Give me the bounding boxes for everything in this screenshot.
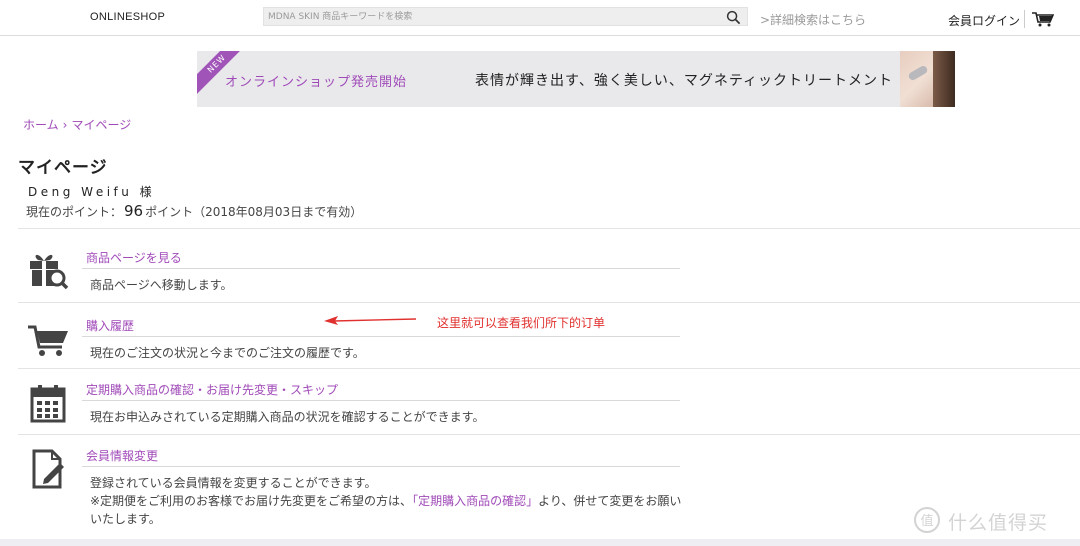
mypage-menu: 商品ページを見る 商品ページへ移動します。 購入履歴 現在のご注文の状況と今まで… [18, 228, 1080, 546]
member-info-note: ※定期便をご利用のお客様でお届け先変更をご希望の方は、「定期購入商品の確認」より… [90, 492, 690, 528]
annotation-arrow-icon [324, 316, 417, 325]
menu-desc-purchase-history: 現在のご注文の状況と今までのご注文の履歴です。 [90, 346, 365, 360]
calendar-icon [30, 385, 66, 423]
subscription-confirm-link[interactable]: 「定期購入商品の確認」 [412, 494, 538, 508]
promo-banner[interactable]: NEW オンラインショップ発売開始 表情が輝き出す、強く美しい、マグネティックト… [197, 51, 955, 107]
header-divider [1024, 10, 1025, 28]
site-logo[interactable]: ONLINESHOP [90, 11, 165, 23]
breadcrumb-current[interactable]: マイページ [71, 118, 131, 132]
breadcrumb-separator: › [62, 118, 68, 132]
advanced-search-link[interactable]: >詳細検索はこちら [760, 11, 866, 28]
search-icon[interactable] [726, 10, 741, 25]
site-header: ONLINESHOP >詳細検索はこちら 会員ログイン [0, 0, 1080, 36]
menu-divider [82, 268, 680, 269]
menu-desc-member-info: 登録されている会員情報を変更することができます。 ※定期便をご利用のお客様でお届… [90, 474, 690, 528]
menu-title-purchase-history[interactable]: 購入履歴 [86, 317, 134, 334]
menu-divider [82, 336, 680, 337]
menu-title-products[interactable]: 商品ページを見る [86, 249, 182, 266]
banner-model-photo [900, 51, 955, 107]
user-name: Deng Weifu 様 [28, 185, 156, 199]
banner-left-text: オンラインショップ発売開始 [225, 75, 408, 90]
search-bar [263, 7, 748, 26]
menu-title-subscription[interactable]: 定期購入商品の確認・お届け先変更・スキップ [86, 381, 338, 398]
points-label: 現在のポイント： [26, 205, 123, 219]
edit-document-icon [32, 449, 64, 489]
breadcrumb-home[interactable]: ホーム [23, 118, 59, 132]
search-input[interactable] [268, 10, 718, 24]
points-suffix: ポイント（2018年08月03日まで有効） [145, 205, 363, 219]
points-info: 現在のポイント： 96 ポイント（2018年08月03日まで有効） [26, 202, 362, 220]
menu-desc-products: 商品ページへ移動します。 [90, 278, 233, 292]
cart-icon[interactable] [1032, 12, 1054, 27]
watermark-text: 什么值得买 [948, 512, 1049, 534]
menu-item-subscription: 定期購入商品の確認・お届け先変更・スキップ 現在お申込みされている定期購入商品の… [18, 368, 1080, 434]
note-prefix: ※定期便をご利用のお客様でお届け先変更をご希望の方は、 [90, 494, 413, 508]
menu-item-purchase-history: 購入履歴 現在のご注文の状況と今までのご注文の履歴です。 [18, 302, 1080, 368]
page-title: マイページ [18, 158, 108, 178]
watermark-logo-icon: 值 [914, 507, 940, 533]
svg-text:值: 值 [920, 513, 933, 529]
menu-item-products: 商品ページを見る 商品ページへ移動します。 [18, 228, 1080, 302]
cart-icon [28, 325, 68, 356]
watermark: 值 什么值得买 [912, 506, 1072, 534]
menu-desc-subscription: 現在お申込みされている定期購入商品の状況を確認することができます。 [90, 410, 485, 424]
points-value: 96 [124, 202, 144, 220]
member-login-link[interactable]: 会員ログイン [948, 12, 1020, 29]
menu-divider [82, 466, 680, 467]
menu-title-member-info[interactable]: 会員情報変更 [86, 447, 158, 464]
banner-right-text: 表情が輝き出す、強く美しい、マグネティックトリートメント [475, 73, 894, 89]
bottom-bar [0, 539, 1080, 546]
member-info-description: 登録されている会員情報を変更することができます。 [90, 476, 377, 490]
menu-divider [82, 400, 680, 401]
gift-search-icon [30, 254, 69, 290]
breadcrumb: ホーム › マイページ [23, 116, 131, 133]
annotation-text: 这里就可以查看我们所下的订单 [437, 316, 606, 330]
